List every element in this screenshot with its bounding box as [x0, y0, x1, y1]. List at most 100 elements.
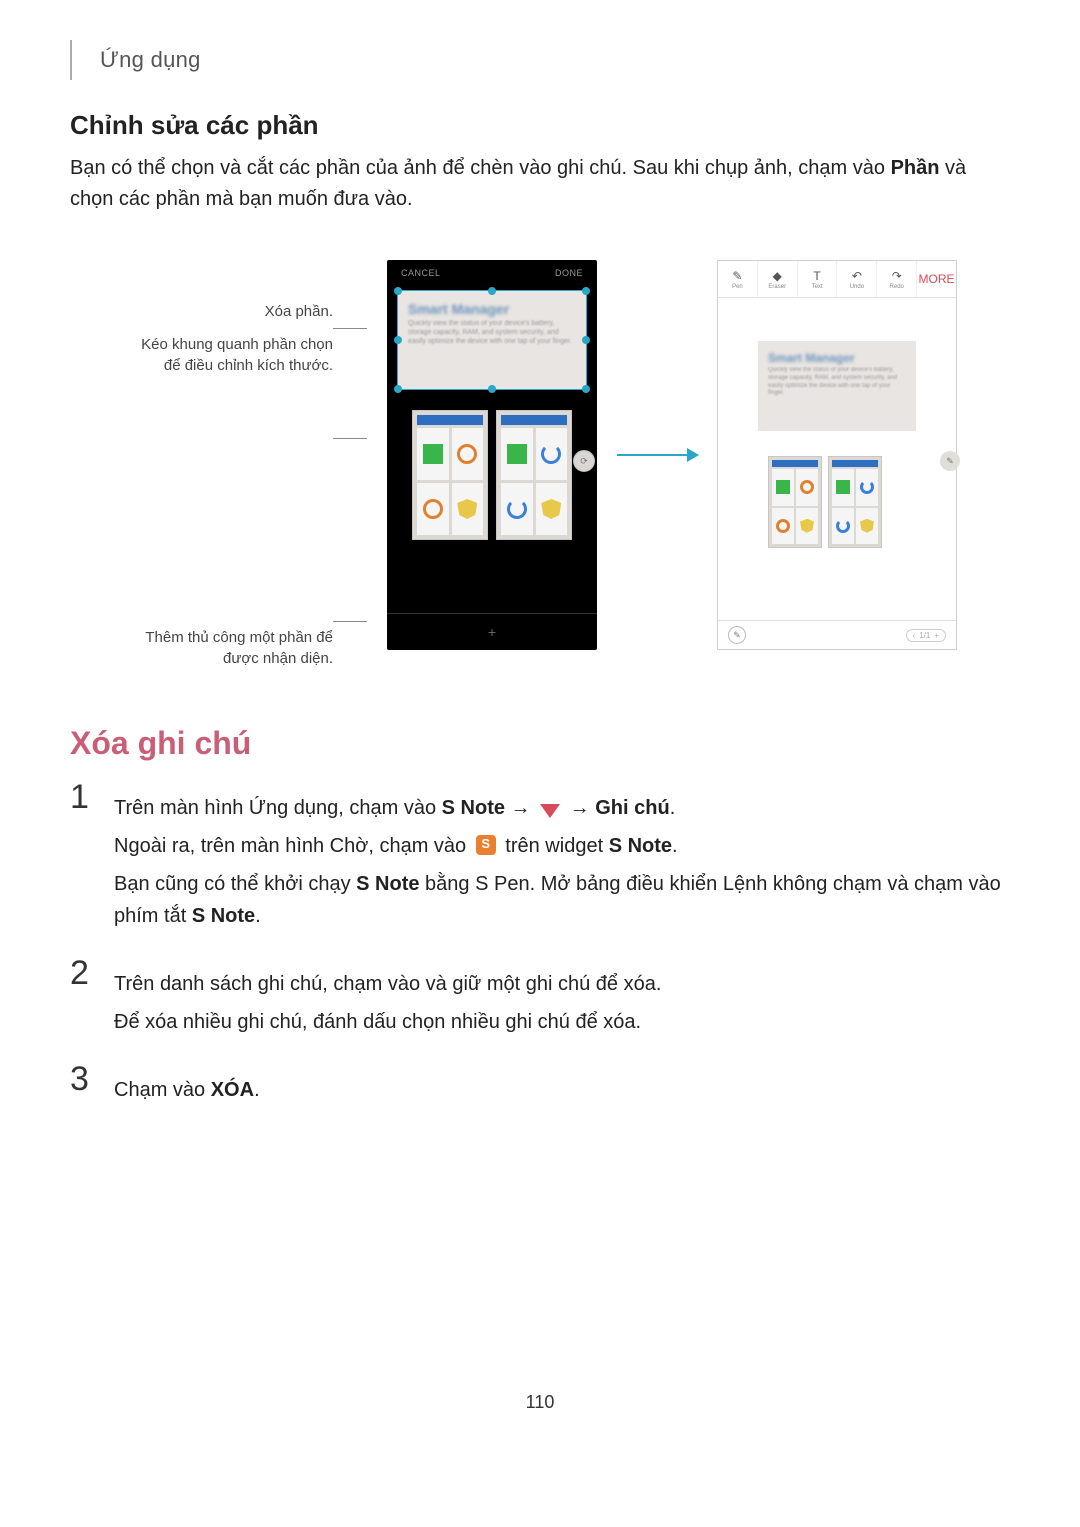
note-thumbnail-2 — [828, 456, 882, 548]
step1-l3-period: . — [255, 905, 261, 927]
thumbnail-2 — [496, 410, 572, 540]
shield-yellow-icon — [860, 519, 874, 533]
note-bottom-bar: ✎ ‹ 1/1 + — [718, 620, 956, 649]
step1-l3-prefix: Bạn cũng có thể khởi chạy — [114, 873, 356, 895]
thumbnail-1 — [412, 410, 488, 540]
note-thumbnail-1 — [768, 456, 822, 548]
toolbar-pen-label: Pen — [732, 284, 743, 290]
step1-l2-bold: S Note — [609, 835, 672, 857]
crop-handle-ml — [394, 336, 402, 344]
toolbar-undo-label: Undo — [850, 284, 864, 290]
breadcrumb-text: Ứng dụng — [100, 47, 201, 73]
draw-mode-icon: ✎ — [728, 626, 746, 644]
undo-icon: ↶ — [852, 269, 862, 283]
step-number-1: 1 — [70, 780, 96, 814]
ring-orange-icon — [776, 519, 790, 533]
arrow-right-icon — [617, 454, 697, 456]
callouts-column: Xóa phần. Kéo khung quanh phần chọn để đ… — [123, 235, 333, 675]
step-1: 1 Trên màn hình Ứng dụng, chạm vào S Not… — [70, 780, 1010, 938]
crop-handle-tl — [394, 287, 402, 295]
step1-l1-arrow2: → — [564, 797, 595, 819]
square-green-icon — [776, 480, 790, 494]
pager-text: 1/1 — [919, 631, 930, 640]
note-sm-desc: Quickly view the status of your device's… — [758, 367, 916, 398]
shield-yellow-icon — [541, 499, 561, 519]
thumb-bar — [417, 415, 483, 425]
leader-line-3 — [333, 621, 367, 622]
step1-line1: Trên màn hình Ứng dụng, chạm vào S Note … — [114, 792, 1010, 824]
toolbar-redo: ↷ Redo — [877, 261, 917, 297]
pen-icon: ✎ — [732, 269, 742, 283]
toolbar-redo-label: Redo — [890, 284, 904, 290]
thumb-bar — [832, 460, 878, 467]
add-section-row: + — [387, 613, 597, 650]
edit-circle-icon: ✎ — [940, 451, 960, 471]
dropdown-red-icon — [540, 802, 560, 816]
step1-l1-period: . — [670, 797, 676, 819]
toolbar-eraser: ◆ Eraser — [758, 261, 798, 297]
pager-plus-icon: + — [934, 631, 939, 640]
crop-handle-tr — [582, 287, 590, 295]
callout-delete-part: Xóa phần. — [123, 301, 333, 322]
callout-add-manual: Thêm thủ công một phần để được nhận diện… — [123, 627, 333, 669]
crop-handle-mr — [582, 336, 590, 344]
figure-row: Xóa phần. Kéo khung quanh phần chọn để đ… — [70, 235, 1010, 675]
ring-orange-icon — [457, 444, 477, 464]
square-green-icon — [423, 444, 443, 464]
step-number-3: 3 — [70, 1062, 96, 1096]
text-icon: T — [813, 269, 820, 283]
phone-crop-screen: CANCEL DONE Smart Manager Quickly view t… — [387, 260, 597, 650]
callout-resize-frame: Kéo khung quanh phần chọn để điều chỉnh … — [123, 334, 333, 376]
smart-manager-desc: Quickly view the status of your device's… — [398, 319, 586, 346]
section1-paragraph: Bạn có thể chọn và cắt các phần của ảnh … — [70, 153, 1010, 215]
step3-line: Chạm vào XÓA. — [114, 1074, 1010, 1106]
toolbar-pen: ✎ Pen — [718, 261, 758, 297]
leader-lines — [353, 260, 367, 650]
pager-prev-icon: ‹ — [913, 631, 916, 640]
step1-l3-bold1: S Note — [356, 873, 419, 895]
note-pager: ‹ 1/1 + — [906, 629, 946, 642]
step3-bold-xoa: XÓA — [211, 1079, 254, 1101]
step3-prefix: Chạm vào — [114, 1079, 211, 1101]
toolbar-eraser-label: Eraser — [768, 284, 786, 290]
breadcrumb-header: Ứng dụng — [70, 40, 1010, 80]
step2-line1: Trên danh sách ghi chú, chạm vào và giữ … — [114, 968, 1010, 1000]
toolbar-text-label: Text — [812, 284, 823, 290]
step3-period: . — [254, 1079, 260, 1101]
para-prefix: Bạn có thể chọn và cắt các phần của ảnh … — [70, 157, 891, 179]
step1-l3-bold2: S Note — [192, 905, 255, 927]
crop-handle-br — [582, 385, 590, 393]
cancel-label: CANCEL — [401, 268, 441, 278]
section-heading-delete-note: Xóa ghi chú — [70, 725, 1010, 762]
step1-l1-bold-snote: S Note — [442, 797, 505, 819]
note-toolbar: ✎ Pen ◆ Eraser T Text ↶ Undo — [718, 261, 956, 298]
square-green-icon — [507, 444, 527, 464]
shield-yellow-icon — [457, 499, 477, 519]
para-bold-phan: Phần — [891, 157, 940, 179]
ring-orange-icon — [800, 480, 814, 494]
ring-blue-icon — [541, 444, 561, 464]
crop-handle-bl — [394, 385, 402, 393]
note-sm-title: Smart Manager — [758, 341, 916, 367]
step1-l1-arrow: → — [505, 797, 536, 819]
ring-orange-icon — [423, 499, 443, 519]
step1-l2-suffix: trên widget — [500, 835, 609, 857]
plus-icon: + — [488, 624, 496, 640]
refresh-icon: ⟳ — [573, 450, 595, 472]
leader-line-2 — [333, 438, 367, 439]
step1-l2-period: . — [672, 835, 678, 857]
more-label: MORE — [919, 272, 955, 286]
section-heading-edit-parts: Chỉnh sửa các phần — [70, 110, 1010, 141]
step1-l1-bold-ghichu: Ghi chú — [595, 797, 669, 819]
crop-handle-tm — [488, 287, 496, 295]
step1-l1-prefix: Trên màn hình Ứng dụng, chạm vào — [114, 797, 442, 819]
page-number: 110 — [70, 1392, 1010, 1413]
square-green-icon — [836, 480, 850, 494]
redo-icon: ↷ — [892, 269, 902, 283]
note-thumb-row — [768, 456, 882, 548]
step-number-2: 2 — [70, 956, 96, 990]
phone-top-bar: CANCEL DONE — [387, 260, 597, 284]
selection-box: Smart Manager Quickly view the status of… — [397, 290, 587, 390]
smart-manager-title: Smart Manager — [398, 291, 586, 319]
thumb-bar — [772, 460, 818, 467]
